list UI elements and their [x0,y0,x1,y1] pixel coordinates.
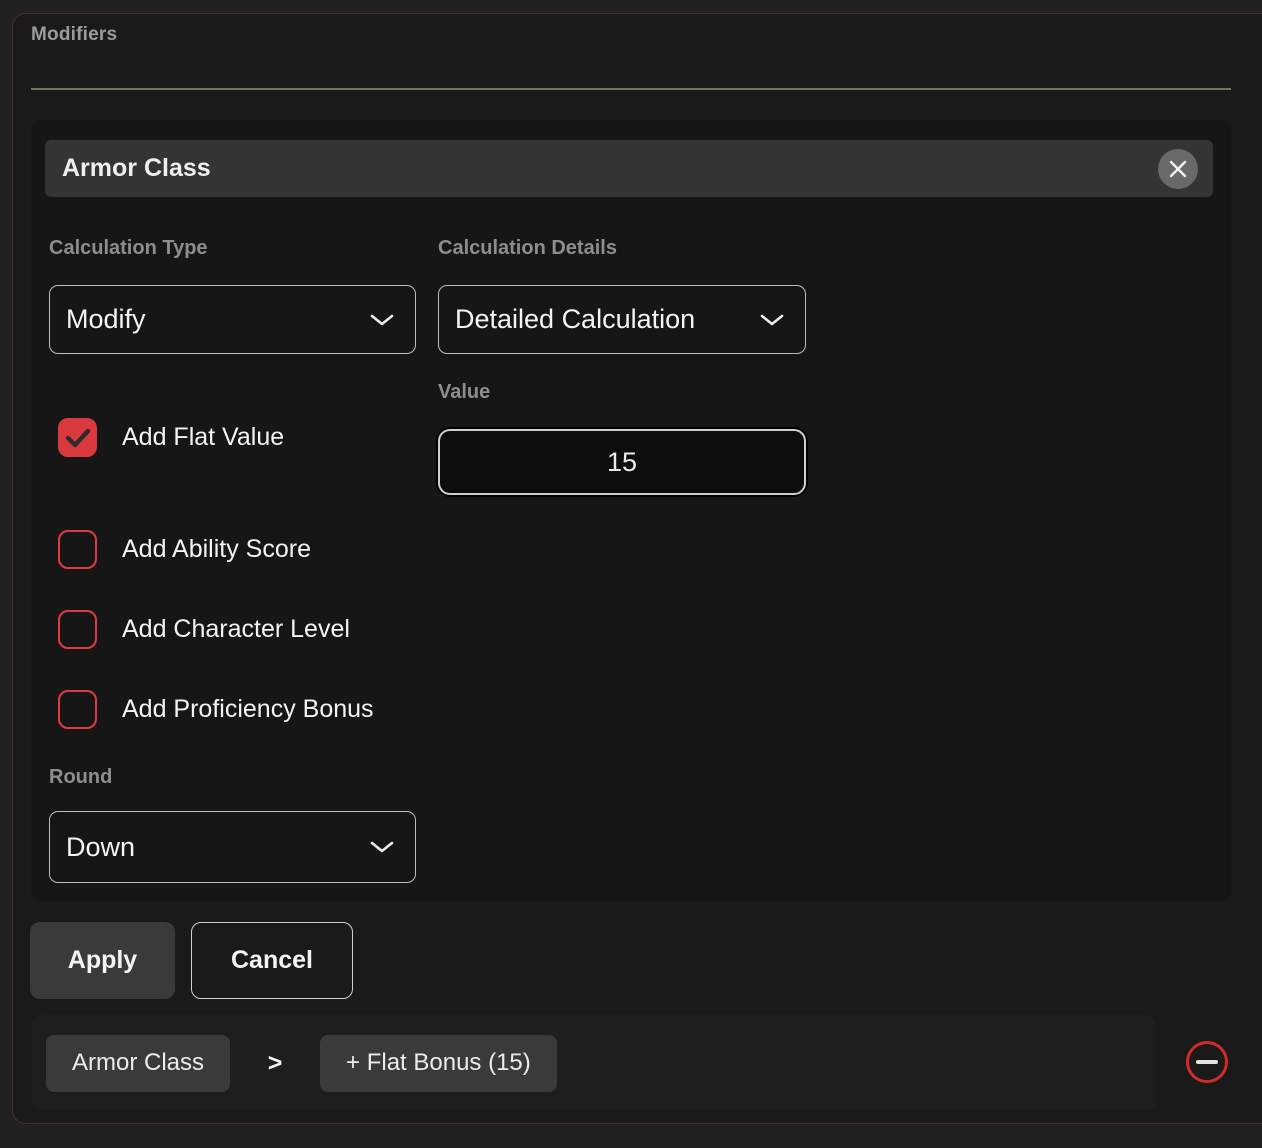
calculation-details-select[interactable]: Detailed Calculation [438,285,806,354]
value-input[interactable] [438,429,806,495]
calculation-type-select[interactable]: Modify [49,285,416,354]
close-button[interactable] [1158,149,1198,189]
checkbox-row-ability-score: Add Ability Score [58,530,311,569]
remove-modifier-button[interactable] [1186,1041,1228,1083]
modifier-separator: > [230,1049,320,1078]
calculation-details-label: Calculation Details [438,237,617,260]
round-label: Round [49,766,112,789]
checkbox-add-proficiency-bonus[interactable] [58,690,97,729]
modifier-editor-card: Armor Class Calculation Type Calculation… [31,120,1231,901]
section-divider [31,88,1231,90]
checkbox-add-flat-value[interactable] [58,418,97,457]
checkbox-row-character-level: Add Character Level [58,610,350,649]
chevron-down-icon [759,313,785,327]
checkbox-add-ability-score[interactable] [58,530,97,569]
checkbox-label: Add Proficiency Bonus [122,695,374,724]
modifiers-heading: Modifiers [31,24,117,46]
chevron-down-icon [369,840,395,854]
modifier-source-chip[interactable]: Armor Class [46,1035,230,1092]
round-value: Down [66,832,135,863]
checkbox-label: Add Ability Score [122,535,311,564]
calculation-type-label: Calculation Type [49,237,208,260]
checkbox-row-proficiency-bonus: Add Proficiency Bonus [58,690,374,729]
checkbox-label: Add Character Level [122,615,350,644]
modifier-summary-row: Armor Class > + Flat Bonus (15) [32,1015,1156,1111]
modifier-effect-chip[interactable]: + Flat Bonus (15) [320,1035,557,1092]
apply-button[interactable]: Apply [30,922,175,999]
modifier-title: Armor Class [62,154,211,183]
check-icon [65,428,91,448]
checkbox-add-character-level[interactable] [58,610,97,649]
modifiers-panel: Modifiers Armor Class Calculation Type C… [12,13,1262,1124]
close-icon [1167,158,1189,180]
checkbox-row-flat-value: Add Flat Value [58,418,284,457]
calculation-type-value: Modify [66,304,146,335]
modifier-title-bar: Armor Class [45,140,1213,197]
chevron-down-icon [369,313,395,327]
minus-icon [1196,1060,1218,1064]
checkbox-label: Add Flat Value [122,423,284,452]
calculation-details-value: Detailed Calculation [455,304,695,335]
round-select[interactable]: Down [49,811,416,883]
cancel-button[interactable]: Cancel [191,922,353,999]
value-label: Value [438,381,490,404]
